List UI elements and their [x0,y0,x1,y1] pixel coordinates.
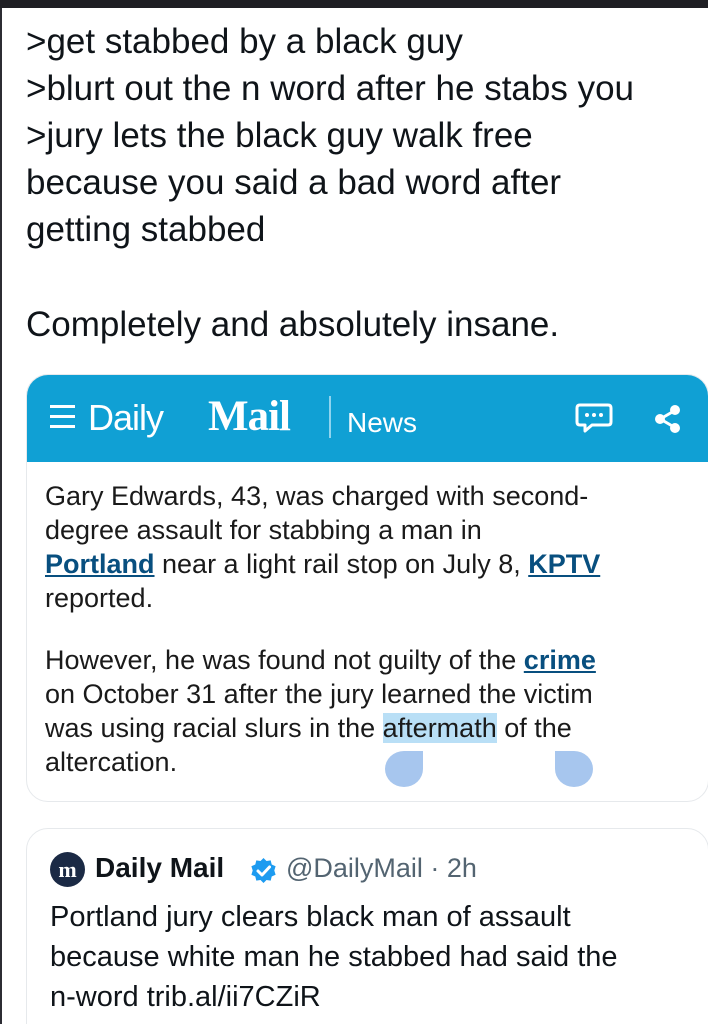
article-excerpt: Gary Edwards, 43, was charged with secon… [45,479,695,801]
hamburger-menu-icon[interactable] [50,404,75,430]
article-line: Gary Edwards, 43, was charged with secon… [45,481,589,511]
tweet-line: because white man he stabbed had said th… [50,941,618,973]
menu-bar [50,405,75,408]
post-line: because you said a bad word after [26,163,562,202]
menu-bar [50,425,75,428]
daily-mail-header: Daily Mail News [27,375,708,462]
post-screenshot: >get stabbed by a black guy >blurt out t… [0,8,708,1024]
brand-news-text: News [347,407,418,438]
article-text-segment: was using racial slurs in the [45,713,383,743]
quoted-tweet-card[interactable]: m Daily Mail @DailyMail · 2h Portland ju… [26,828,708,1024]
post-line: >get stabbed by a black guy [26,22,463,61]
post-conclusion: Completely and absolutely insane. [26,305,560,344]
daily-mail-article-card[interactable]: Daily Mail News Gary Edwards, 43, was ch… [26,374,708,802]
article-paragraph-1: Gary Edwards, 43, was charged with secon… [45,479,695,615]
comment-icon[interactable] [575,402,613,434]
post-line: >jury lets the black guy walk free [26,116,533,155]
tweet-line: Portland jury clears black man of assaul… [50,901,571,933]
article-line: on October 31 after the jury learned the… [45,679,593,709]
article-line-with-link: However, he was found not guilty of the … [45,643,695,677]
article-line-with-selection: was using racial slurs in the aftermath … [45,711,695,745]
portland-link[interactable]: Portland [45,549,155,579]
menu-bar [50,415,75,418]
brand-divider [329,396,331,438]
selection-end-handle[interactable] [555,751,593,787]
article-text-segment: However, he was found not guilty of the [45,645,524,675]
tweet-line: n-word trib.al/ii7CZiR [50,981,321,1013]
article-paragraph-2: However, he was found not guilty of the … [45,643,695,779]
verified-badge-icon [251,858,276,883]
post-body-text: >get stabbed by a black guy >blurt out t… [26,18,696,348]
tweet-handle-and-time[interactable]: @DailyMail · 2h [286,851,477,886]
share-icon[interactable] [652,403,683,434]
article-line: altercation. [45,747,178,777]
selected-word-aftermath[interactable]: aftermath [382,713,497,743]
article-text-segment: of the [496,713,572,743]
article-line-with-links: Portland near a light rail stop on July … [45,547,695,581]
post-line: getting stabbed [26,210,266,249]
daily-mail-avatar[interactable]: m [50,852,85,887]
article-text-segment: near a light rail stop on July 8, [154,549,529,579]
kptv-link[interactable]: KPTV [528,549,600,579]
brand-daily-text: Daily [88,397,164,438]
selection-start-handle[interactable] [385,751,423,787]
top-edge-bar [0,0,708,8]
crime-link[interactable]: crime [524,645,596,675]
post-line: >blurt out the n word after he stabs you [26,69,635,108]
article-line: reported. [45,583,154,613]
tweet-text: Portland jury clears black man of assaul… [50,897,700,1017]
brand-mail-logo-text: Mail [208,393,291,440]
article-line: degree assault for stabbing a man in [45,515,482,545]
tweet-display-name[interactable]: Daily Mail [95,850,224,886]
